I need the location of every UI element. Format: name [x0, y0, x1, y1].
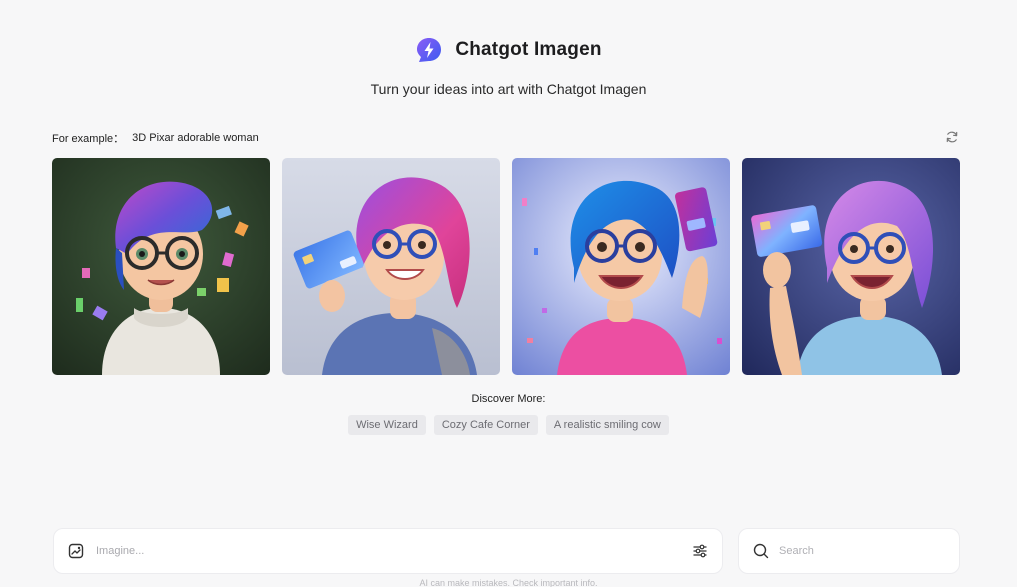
search-icon: [753, 543, 769, 559]
image-edit-icon[interactable]: [68, 543, 84, 559]
example-row: For example： 3D Pixar adorable woman: [52, 130, 961, 146]
refresh-icon[interactable]: [945, 130, 959, 144]
gallery-image-4[interactable]: [742, 158, 960, 375]
disclaimer: AI can make mistakes. Check important in…: [419, 578, 598, 587]
chip-wise-wizard[interactable]: Wise Wizard: [348, 415, 426, 435]
chip-realistic-smiling-cow[interactable]: A realistic smiling cow: [545, 415, 669, 435]
header: Chatgot Imagen: [0, 36, 1017, 64]
prompt-input[interactable]: [96, 545, 680, 557]
pixar-woman-purple-hair-card-image: [742, 158, 960, 375]
gallery-image-3[interactable]: [512, 158, 730, 375]
pixar-woman-holding-blue-card-image: [282, 158, 500, 375]
prompt-box: [53, 528, 723, 574]
pixar-woman-green-sweater-image: [52, 158, 270, 375]
page-subtitle: Turn your ideas into art with Chatgot Im…: [370, 81, 647, 97]
example-prompt[interactable]: 3D Pixar adorable woman: [132, 132, 259, 144]
pixar-woman-blue-hair-pink-card-image: [512, 158, 730, 375]
search-box: [738, 528, 960, 574]
app-title: Chatgot Imagen: [455, 39, 602, 60]
page: Chatgot Imagen Turn your ideas into art …: [0, 0, 1017, 587]
gallery-image-1[interactable]: [52, 158, 270, 375]
search-input[interactable]: [779, 545, 945, 557]
example-label: For example：: [52, 133, 125, 145]
example-gallery: [52, 158, 960, 375]
sliders-icon[interactable]: [692, 543, 708, 559]
discover-label: Discover More:: [471, 393, 546, 405]
chip-cozy-cafe-corner[interactable]: Cozy Cafe Corner: [433, 415, 538, 435]
gallery-image-2[interactable]: [282, 158, 500, 375]
discover-chips: Wise Wizard Cozy Cafe Corner A realistic…: [0, 415, 1017, 435]
lightning-chat-logo-icon: [417, 38, 442, 62]
